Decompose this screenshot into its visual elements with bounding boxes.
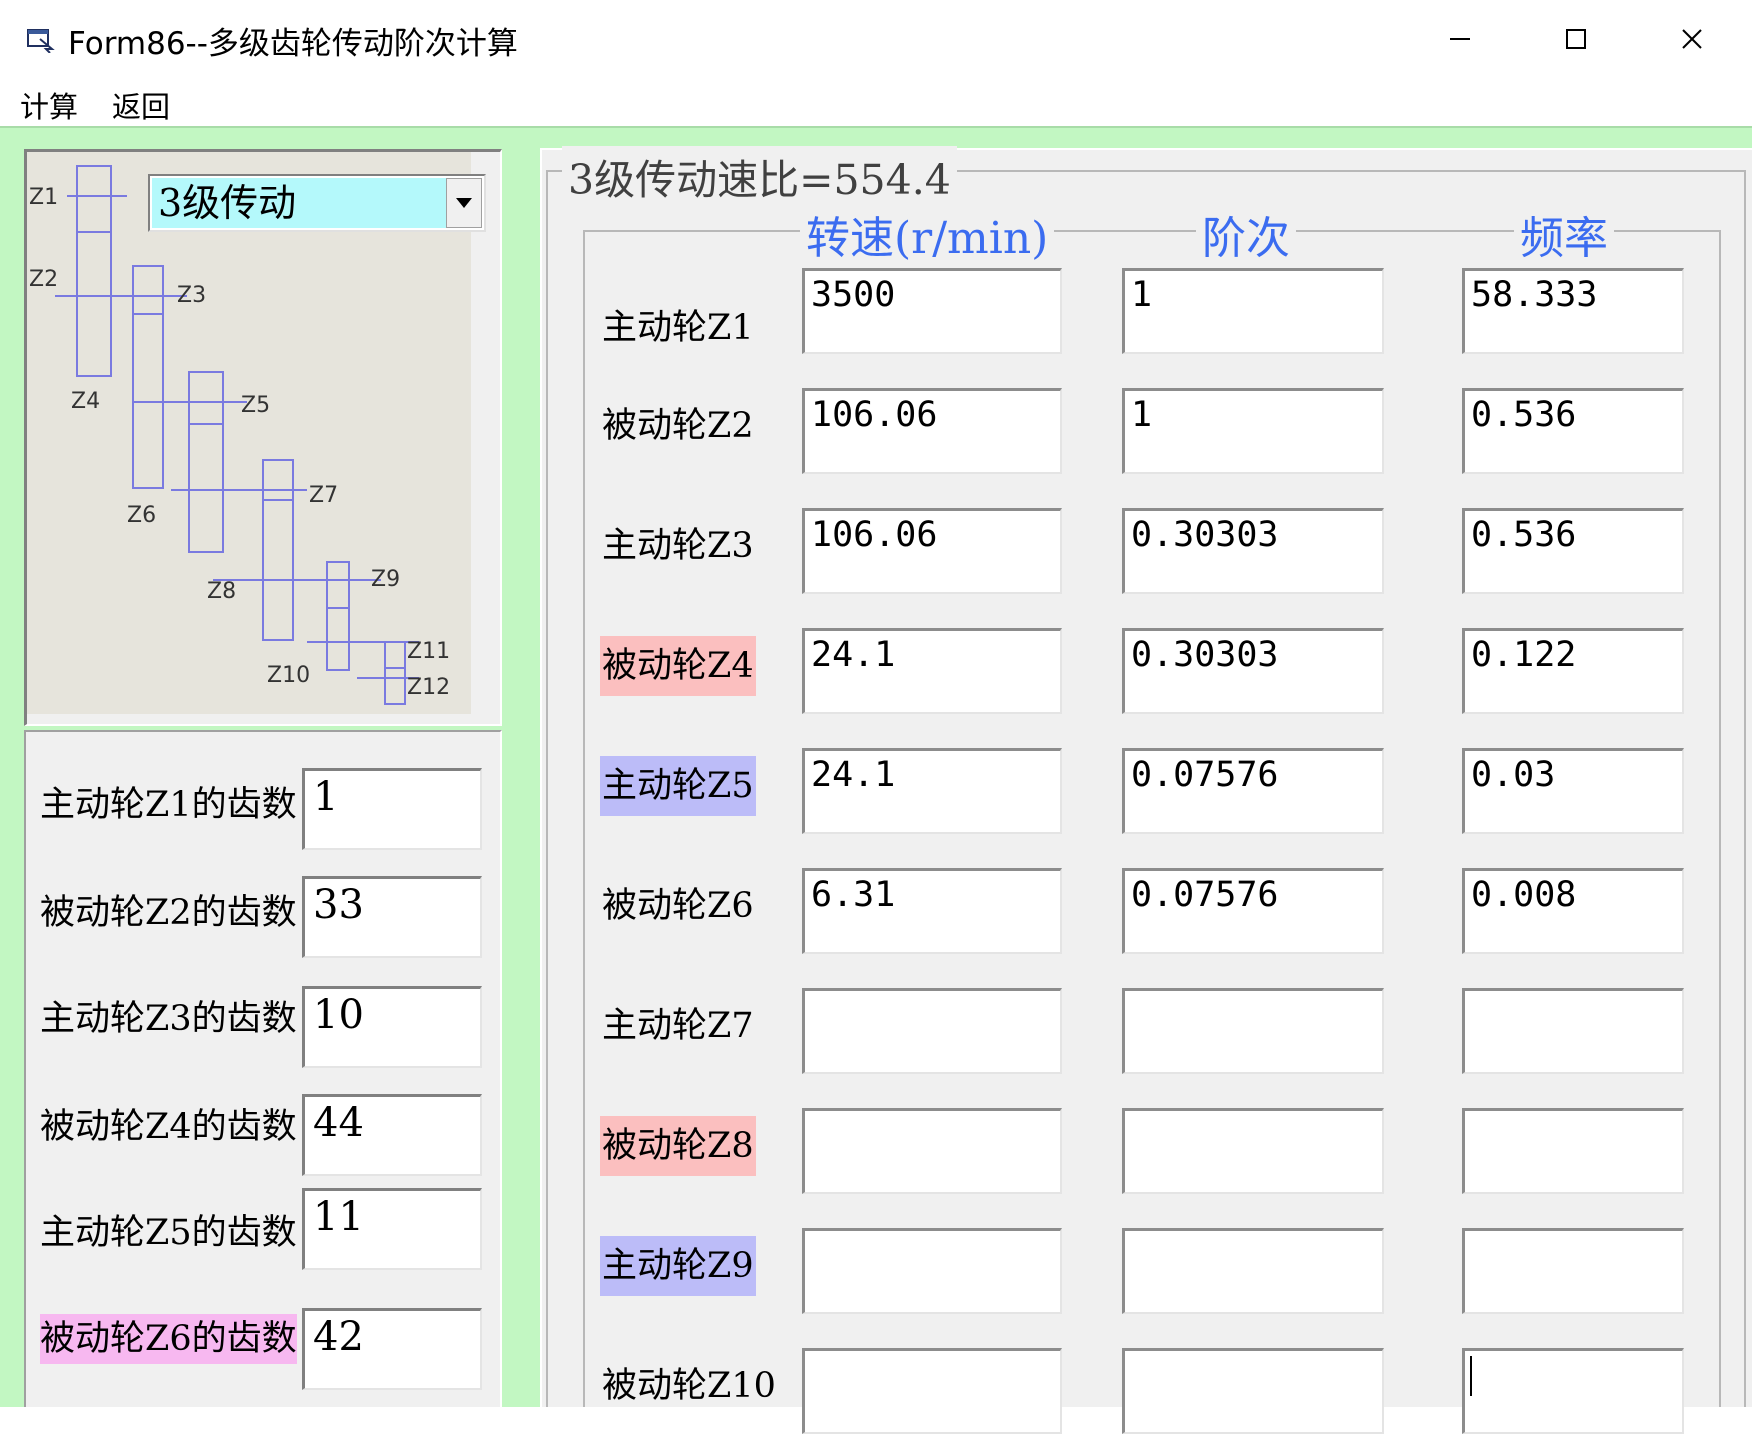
menu-return[interactable]: 返回 xyxy=(112,84,170,126)
order-input-z8[interactable] xyxy=(1122,1108,1384,1194)
label-z6: Z6 xyxy=(127,503,156,528)
speed-input-z8[interactable] xyxy=(802,1108,1062,1194)
teeth-label-z5: 主动轮Z5的齿数 xyxy=(40,1213,297,1253)
gear-z2 xyxy=(76,195,112,377)
order-input-z7[interactable] xyxy=(1122,988,1384,1074)
order-input-z10[interactable] xyxy=(1122,1348,1384,1434)
gear-z3 xyxy=(132,265,164,315)
teeth-input-z1[interactable]: 1 xyxy=(302,768,482,850)
order-input-z6[interactable]: 0.07576 xyxy=(1122,868,1384,954)
row-label-z1: 主动轮Z1 xyxy=(602,308,754,348)
teeth-input-z3[interactable]: 10 xyxy=(302,986,482,1068)
label-z2: Z2 xyxy=(29,267,58,292)
row-label-z9: 主动轮Z9 xyxy=(600,1236,756,1296)
speed-input-z10[interactable] xyxy=(802,1348,1062,1434)
minimize-button[interactable] xyxy=(1402,0,1518,78)
gear-z7 xyxy=(262,459,294,501)
row-label-z7: 主动轮Z7 xyxy=(602,1006,754,1046)
maximize-button[interactable] xyxy=(1518,0,1634,78)
row-label-z10: 被动轮Z10 xyxy=(602,1366,776,1406)
freq-input-z8[interactable] xyxy=(1462,1108,1684,1194)
row-label-z6: 被动轮Z6 xyxy=(602,886,754,926)
speed-input-z2[interactable]: 106.06 xyxy=(802,388,1062,474)
chevron-down-icon xyxy=(456,198,472,208)
maximize-icon xyxy=(1566,29,1586,49)
gear-z10 xyxy=(326,607,350,671)
speed-input-z4[interactable]: 24.1 xyxy=(802,628,1062,714)
ratio-title: 3级传动速比=554.4 xyxy=(562,146,957,206)
teeth-label-z4: 被动轮Z4的齿数 xyxy=(40,1107,297,1147)
order-input-z3[interactable]: 0.30303 xyxy=(1122,508,1384,594)
row-label-z2: 被动轮Z2 xyxy=(602,406,754,446)
label-z4: Z4 xyxy=(71,389,100,414)
gear-z12 xyxy=(384,667,406,705)
freq-input-z10[interactable] xyxy=(1462,1348,1684,1434)
label-z9: Z9 xyxy=(371,567,400,592)
gear-z11 xyxy=(384,641,406,669)
freq-input-z6[interactable]: 0.008 xyxy=(1462,868,1684,954)
header-order: 阶次 xyxy=(1196,202,1296,266)
stage-count-value[interactable]: 3级传动 xyxy=(152,178,448,228)
freq-input-z9[interactable] xyxy=(1462,1228,1684,1314)
gear-z5 xyxy=(188,371,224,425)
speed-input-z6[interactable]: 6.31 xyxy=(802,868,1062,954)
freq-input-z3[interactable]: 0.536 xyxy=(1462,508,1684,594)
speed-input-z3[interactable]: 106.06 xyxy=(802,508,1062,594)
teeth-label-z6: 被动轮Z6的齿数 xyxy=(40,1314,297,1364)
teeth-label-z3: 主动轮Z3的齿数 xyxy=(40,999,297,1039)
order-input-z1[interactable]: 1 xyxy=(1122,268,1384,354)
header-freq: 频率 xyxy=(1514,202,1614,266)
teeth-input-z5[interactable]: 11 xyxy=(302,1188,482,1270)
menu-calculate[interactable]: 计算 xyxy=(20,84,78,126)
label-z3: Z3 xyxy=(177,283,206,308)
row-label-z3: 主动轮Z3 xyxy=(602,526,754,566)
label-z1: Z1 xyxy=(29,185,58,210)
menu-bar xyxy=(0,78,1752,126)
speed-input-z9[interactable] xyxy=(802,1228,1062,1314)
dropdown-button[interactable] xyxy=(446,178,482,228)
order-input-z5[interactable]: 0.07576 xyxy=(1122,748,1384,834)
gear-train-diagram: Z1 Z2 Z3 Z4 Z5 Z6 Z7 Z8 Z9 Z10 Z11 Z12 xyxy=(29,165,450,705)
window-title: Form86--多级齿轮传动阶次计算 xyxy=(68,26,518,62)
label-z12: Z12 xyxy=(407,675,450,700)
order-input-z4[interactable]: 0.30303 xyxy=(1122,628,1384,714)
app-icon xyxy=(26,27,56,54)
client-divider xyxy=(0,126,1752,128)
close-icon xyxy=(1682,29,1702,49)
label-z8: Z8 xyxy=(207,579,236,604)
text-caret xyxy=(1470,1356,1472,1396)
teeth-label-z2: 被动轮Z2的齿数 xyxy=(40,893,297,933)
order-input-z9[interactable] xyxy=(1122,1228,1384,1314)
freq-input-z1[interactable]: 58.333 xyxy=(1462,268,1684,354)
teeth-input-z2[interactable]: 33 xyxy=(302,876,482,958)
freq-input-z2[interactable]: 0.536 xyxy=(1462,388,1684,474)
gear-z8 xyxy=(262,499,294,641)
close-button[interactable] xyxy=(1634,0,1750,78)
row-label-z8: 被动轮Z8 xyxy=(600,1116,756,1176)
label-z11: Z11 xyxy=(407,639,450,664)
speed-input-z1[interactable]: 3500 xyxy=(802,268,1062,354)
speed-input-z7[interactable] xyxy=(802,988,1062,1074)
order-input-z2[interactable]: 1 xyxy=(1122,388,1384,474)
label-z10: Z10 xyxy=(267,663,310,688)
row-label-z5: 主动轮Z5 xyxy=(600,756,756,816)
label-z7: Z7 xyxy=(309,483,338,508)
teeth-input-z6[interactable]: 42 xyxy=(302,1308,482,1390)
freq-input-z7[interactable] xyxy=(1462,988,1684,1074)
header-speed: 转速(r/min) xyxy=(800,202,1055,266)
row-label-z4: 被动轮Z4 xyxy=(600,636,756,696)
teeth-input-z4[interactable]: 44 xyxy=(302,1094,482,1176)
speed-input-z5[interactable]: 24.1 xyxy=(802,748,1062,834)
label-z5: Z5 xyxy=(241,393,270,418)
freq-input-z4[interactable]: 0.122 xyxy=(1462,628,1684,714)
freq-input-z5[interactable]: 0.03 xyxy=(1462,748,1684,834)
gear-z6 xyxy=(188,423,224,553)
gear-z1 xyxy=(76,165,112,197)
gear-z9 xyxy=(326,561,350,609)
teeth-label-z1: 主动轮Z1的齿数 xyxy=(40,785,297,825)
minimize-icon xyxy=(1450,38,1470,40)
